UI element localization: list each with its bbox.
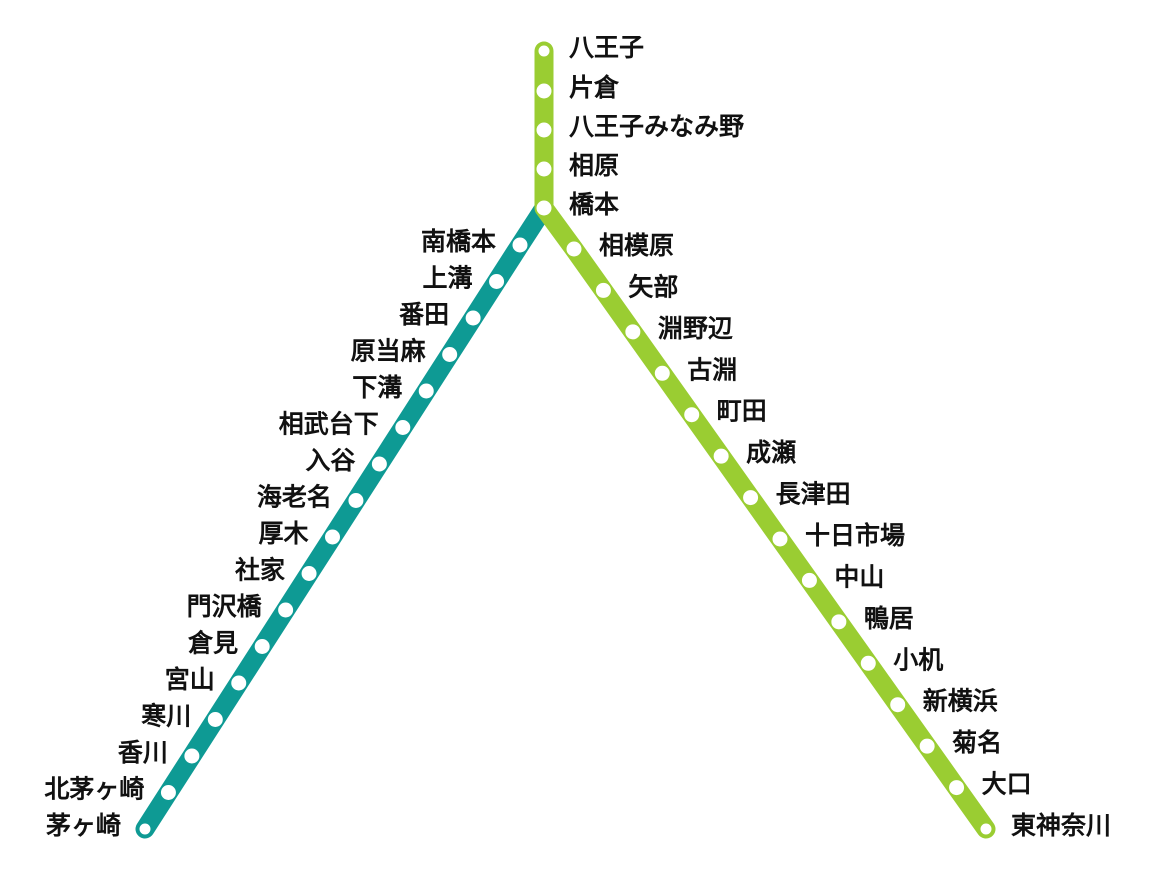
station-marker-sagami-0 [512, 237, 528, 253]
station-label: 茅ヶ崎 [46, 811, 121, 840]
station-label: 門沢橋 [187, 592, 263, 621]
station-marker-sagami-5 [395, 420, 411, 435]
station-marker-sagami-6 [371, 456, 387, 472]
station-label: 相原 [569, 151, 619, 180]
sagami-line-track [135, 198, 554, 839]
station-label: 成瀬 [746, 438, 796, 467]
station-marker-yokohama-2 [536, 122, 552, 138]
station-marker-yokohama-16 [890, 697, 906, 713]
station-label: 淵野辺 [658, 314, 733, 343]
station-marker-sagami-11 [254, 639, 270, 654]
station-label: 下溝 [352, 373, 402, 402]
station-marker-yokohama-7 [625, 324, 641, 340]
station-label: 倉見 [187, 629, 238, 658]
station-marker-sagami-8 [325, 529, 340, 545]
station-marker-sagami-16 [136, 820, 154, 838]
station-marker-sagami-13 [207, 712, 223, 727]
station-marker-yokohama-11 [743, 490, 759, 506]
station-label: 矢部 [628, 272, 678, 301]
station-label: 町田 [717, 397, 767, 426]
station-marker-yokohama-9 [684, 407, 700, 423]
station-marker-sagami-1 [489, 274, 505, 289]
station-label: 橋本 [569, 190, 619, 219]
station-marker-yokohama-19 [977, 820, 995, 838]
station-marker-yokohama-0 [535, 42, 553, 60]
station-marker-sagami-9 [301, 566, 317, 581]
station-marker-sagami-4 [418, 383, 434, 399]
station-marker-yokohama-8 [654, 365, 670, 381]
station-marker-yokohama-17 [919, 738, 935, 754]
station-label: 相武台下 [279, 410, 379, 439]
station-label: 原当麻 [351, 337, 427, 366]
station-label: 長津田 [776, 480, 851, 509]
station-label: 鴨居 [864, 604, 914, 633]
station-marker-sagami-2 [465, 310, 481, 326]
station-marker-yokohama-3 [536, 161, 552, 177]
stations [136, 42, 995, 838]
station-label: 香川 [118, 738, 168, 767]
station-label: 社家 [235, 556, 285, 585]
station-label: 厚木 [258, 519, 308, 548]
station-marker-yokohama-13 [801, 572, 817, 588]
station-label: 小机 [893, 645, 943, 674]
station-label: 海老名 [257, 483, 332, 512]
tracks [135, 41, 996, 839]
station-label: 番田 [398, 300, 449, 329]
station-marker-sagami-10 [278, 602, 294, 618]
station-label: 南橋本 [421, 227, 496, 256]
station-label: 十日市場 [805, 521, 905, 550]
station-marker-yokohama-10 [713, 448, 729, 464]
station-marker-sagami-7 [348, 493, 364, 508]
station-marker-yokohama-14 [831, 614, 847, 630]
station-label: 入谷 [305, 446, 356, 475]
station-label: 宮山 [165, 665, 215, 694]
station-label: 上溝 [423, 264, 473, 293]
station-marker-sagami-3 [442, 347, 458, 362]
station-label: 菊名 [952, 728, 1002, 757]
route-map: 八王子片倉八王子みなみ野相原橋本相模原矢部淵野辺古淵町田成瀬長津田十日市場中山鴨… [44, 33, 1111, 840]
station-marker-yokohama-5 [566, 241, 582, 257]
station-marker-yokohama-12 [772, 531, 788, 547]
station-label: 相模原 [599, 231, 674, 260]
station-marker-yokohama-18 [949, 780, 965, 796]
station-marker-yokohama-4 [536, 200, 552, 216]
station-marker-yokohama-1 [536, 83, 552, 99]
station-marker-yokohama-15 [860, 655, 876, 671]
station-label: 八王子みなみ野 [569, 112, 744, 141]
station-label: 八王子 [569, 33, 644, 62]
station-label: 寒川 [141, 702, 191, 731]
station-label: 中山 [834, 562, 884, 591]
station-marker-sagami-12 [231, 675, 247, 691]
station-label: 新横浜 [923, 687, 998, 716]
station-marker-yokohama-6 [595, 282, 611, 298]
station-label: 片倉 [569, 73, 620, 102]
station-label: 大口 [982, 770, 1032, 799]
station-marker-sagami-15 [160, 785, 176, 800]
station-marker-sagami-14 [184, 748, 200, 764]
station-label: 古淵 [687, 355, 737, 384]
station-label: 北茅ヶ崎 [44, 775, 144, 804]
station-label: 東神奈川 [1011, 811, 1111, 840]
